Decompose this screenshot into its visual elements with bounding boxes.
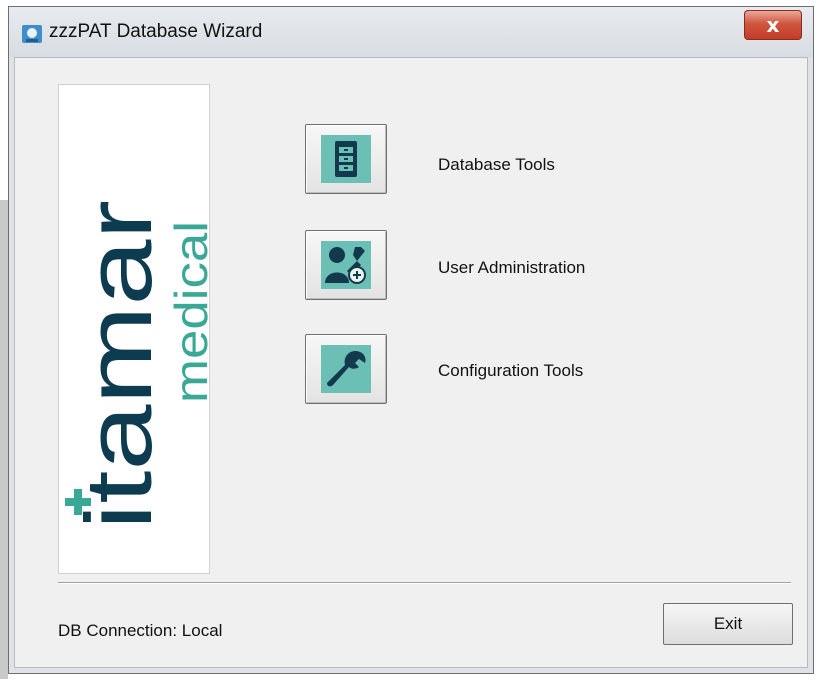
user-administration-label: User Administration: [438, 258, 586, 277]
database-icon: [321, 135, 371, 183]
separator-line: [58, 582, 791, 584]
itamar-medical-logo: itamar medical: [65, 200, 209, 530]
app-icon: [22, 25, 42, 43]
db-connection-status: DB Connection: Local: [58, 621, 223, 640]
background-strip: [0, 200, 8, 679]
logo-sub-text: medical: [165, 221, 209, 403]
user-admin-icon: [321, 241, 371, 289]
wizard-window: zzzPAT Database Wizard x itamar medical: [8, 6, 814, 674]
close-button[interactable]: x: [744, 10, 802, 40]
close-icon: x: [766, 13, 780, 37]
user-administration-button[interactable]: [305, 230, 387, 300]
logo-brand-text: itamar: [66, 200, 171, 530]
wrench-icon: [321, 345, 371, 393]
configuration-tools-button[interactable]: [305, 334, 387, 404]
title-bar[interactable]: zzzPAT Database Wizard x: [9, 7, 813, 57]
database-tools-button[interactable]: [305, 124, 387, 194]
window-title: zzzPAT Database Wizard: [49, 21, 263, 42]
database-tools-label: Database Tools: [438, 155, 555, 174]
configuration-tools-label: Configuration Tools: [438, 361, 584, 380]
exit-button[interactable]: Exit: [663, 603, 793, 645]
client-area: itamar medical Database Tools User Admin…: [14, 57, 808, 668]
logo-panel: itamar medical: [58, 84, 210, 574]
